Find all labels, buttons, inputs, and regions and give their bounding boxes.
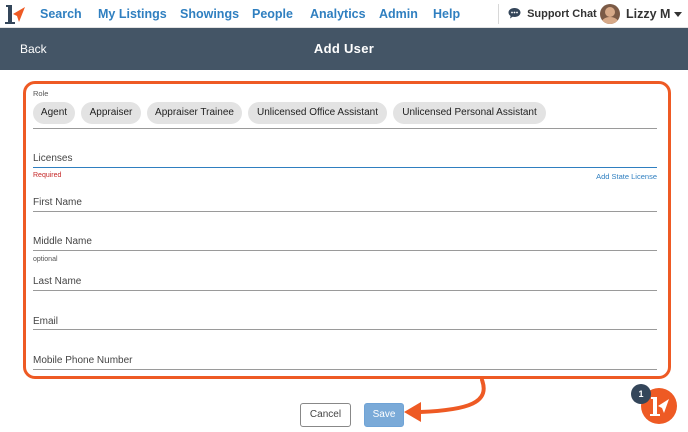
cancel-button[interactable]: Cancel: [300, 403, 351, 427]
add-user-page: Search My Listings Showings People Analy…: [0, 0, 688, 432]
arrow-annotation-icon: [404, 378, 486, 422]
notification-badge: 1: [631, 384, 651, 404]
save-button[interactable]: Save: [364, 403, 404, 427]
